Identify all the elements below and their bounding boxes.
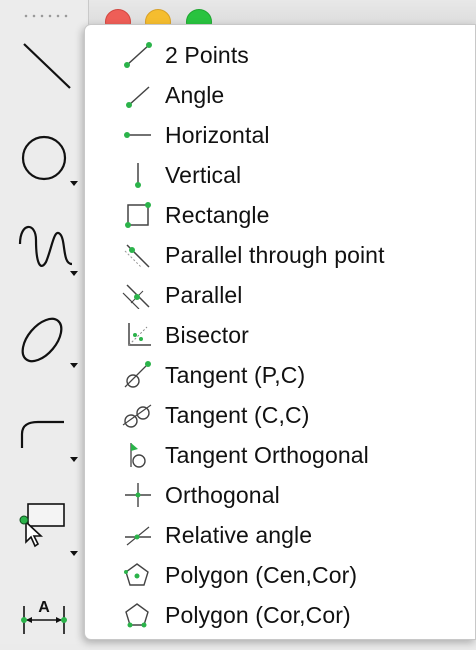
menu-item-parallel[interactable]: Parallel [85, 275, 475, 315]
menu-item-label: Horizontal [165, 121, 270, 148]
line-tool-icon [23, 43, 71, 89]
menu-item-tangent-orthogonal[interactable]: Tangent Orthogonal [85, 435, 475, 475]
menu-item-label: Polygon (Cen,Cor) [165, 561, 358, 588]
relative-angle-icon [125, 526, 151, 546]
selection-tool[interactable] [14, 498, 82, 558]
spline-tool-icon [18, 225, 73, 267]
menu-item-label: Tangent (C,C) [165, 401, 310, 428]
spline-tool[interactable] [14, 218, 82, 278]
arc-tool-icon [20, 420, 64, 448]
selection-tool-icon [19, 503, 65, 548]
menu-item-label: Polygon (Cor,Cor) [165, 601, 351, 628]
dimension-tool-icon: A [21, 599, 67, 634]
tangent-orthogonal-icon [130, 443, 146, 468]
line-type-menu: 2 Points Angle Horizontal Vertical Recta… [84, 24, 476, 640]
menu-item-tangent-c-c[interactable]: Tangent (C,C) [85, 395, 475, 435]
vertical-line-icon [135, 163, 141, 188]
menu-item-relative-angle[interactable]: Relative angle [85, 515, 475, 555]
menu-item-angle[interactable]: Angle [85, 75, 475, 115]
menu-item-label: Relative angle [165, 521, 313, 548]
chevron-down-icon[interactable] [70, 457, 78, 462]
circle-tool[interactable] [14, 128, 82, 188]
orthogonal-icon [125, 483, 151, 507]
dimension-tool[interactable]: A [14, 590, 82, 650]
menu-item-label: Angle [165, 81, 225, 108]
menu-item-2-points[interactable]: 2 Points [85, 35, 475, 75]
tool-palette: A [0, 0, 86, 644]
chevron-down-icon[interactable] [70, 551, 78, 556]
menu-item-label: Vertical [165, 161, 242, 188]
menu-item-parallel-through-point[interactable]: Parallel through point [85, 235, 475, 275]
menu-item-label: Orthogonal [165, 481, 280, 508]
menu-item-rectangle[interactable]: Rectangle [85, 195, 475, 235]
two-points-line-icon [124, 42, 152, 68]
parallel-through-point-icon [124, 244, 150, 268]
angle-line-icon [126, 86, 150, 108]
chevron-down-icon[interactable] [70, 271, 78, 276]
menu-item-orthogonal[interactable]: Orthogonal [85, 475, 475, 515]
tangent-point-circle-icon [124, 361, 151, 388]
menu-item-label: Bisector [165, 321, 249, 348]
rectangle-icon [125, 202, 151, 228]
bisector-icon [128, 323, 151, 346]
dimension-glyph: A [38, 599, 50, 616]
menu-item-horizontal[interactable]: Horizontal [85, 115, 475, 155]
chevron-down-icon[interactable] [70, 363, 78, 368]
chevron-down-icon[interactable] [70, 181, 78, 186]
parallel-icon [122, 284, 150, 309]
horizontal-line-icon [124, 132, 151, 138]
polygon-corner-corner-icon [125, 603, 149, 628]
menu-item-label: Parallel through point [165, 241, 385, 268]
arc-tool[interactable] [14, 404, 82, 464]
menu-item-label: Parallel [165, 281, 243, 308]
menu-item-polygon-cor-cor[interactable]: Polygon (Cor,Cor) [85, 595, 475, 635]
palette-grip[interactable] [22, 14, 70, 18]
line-tool[interactable] [14, 38, 82, 98]
menu-item-bisector[interactable]: Bisector [85, 315, 475, 355]
ellipse-tool-icon [21, 317, 63, 363]
circle-tool-icon [21, 135, 67, 181]
menu-item-label: 2 Points [165, 41, 249, 68]
menu-item-tangent-p-c[interactable]: Tangent (P,C) [85, 355, 475, 395]
ellipse-tool[interactable] [14, 310, 82, 370]
menu-item-polygon-cen-cor[interactable]: Polygon (Cen,Cor) [85, 555, 475, 595]
menu-item-label: Tangent Orthogonal [165, 441, 369, 468]
menu-item-label: Tangent (P,C) [165, 361, 306, 388]
menu-item-vertical[interactable]: Vertical [85, 155, 475, 195]
polygon-center-corner-icon [124, 563, 149, 586]
menu-item-label: Rectangle [165, 201, 270, 228]
tangent-circle-circle-icon [122, 404, 152, 428]
